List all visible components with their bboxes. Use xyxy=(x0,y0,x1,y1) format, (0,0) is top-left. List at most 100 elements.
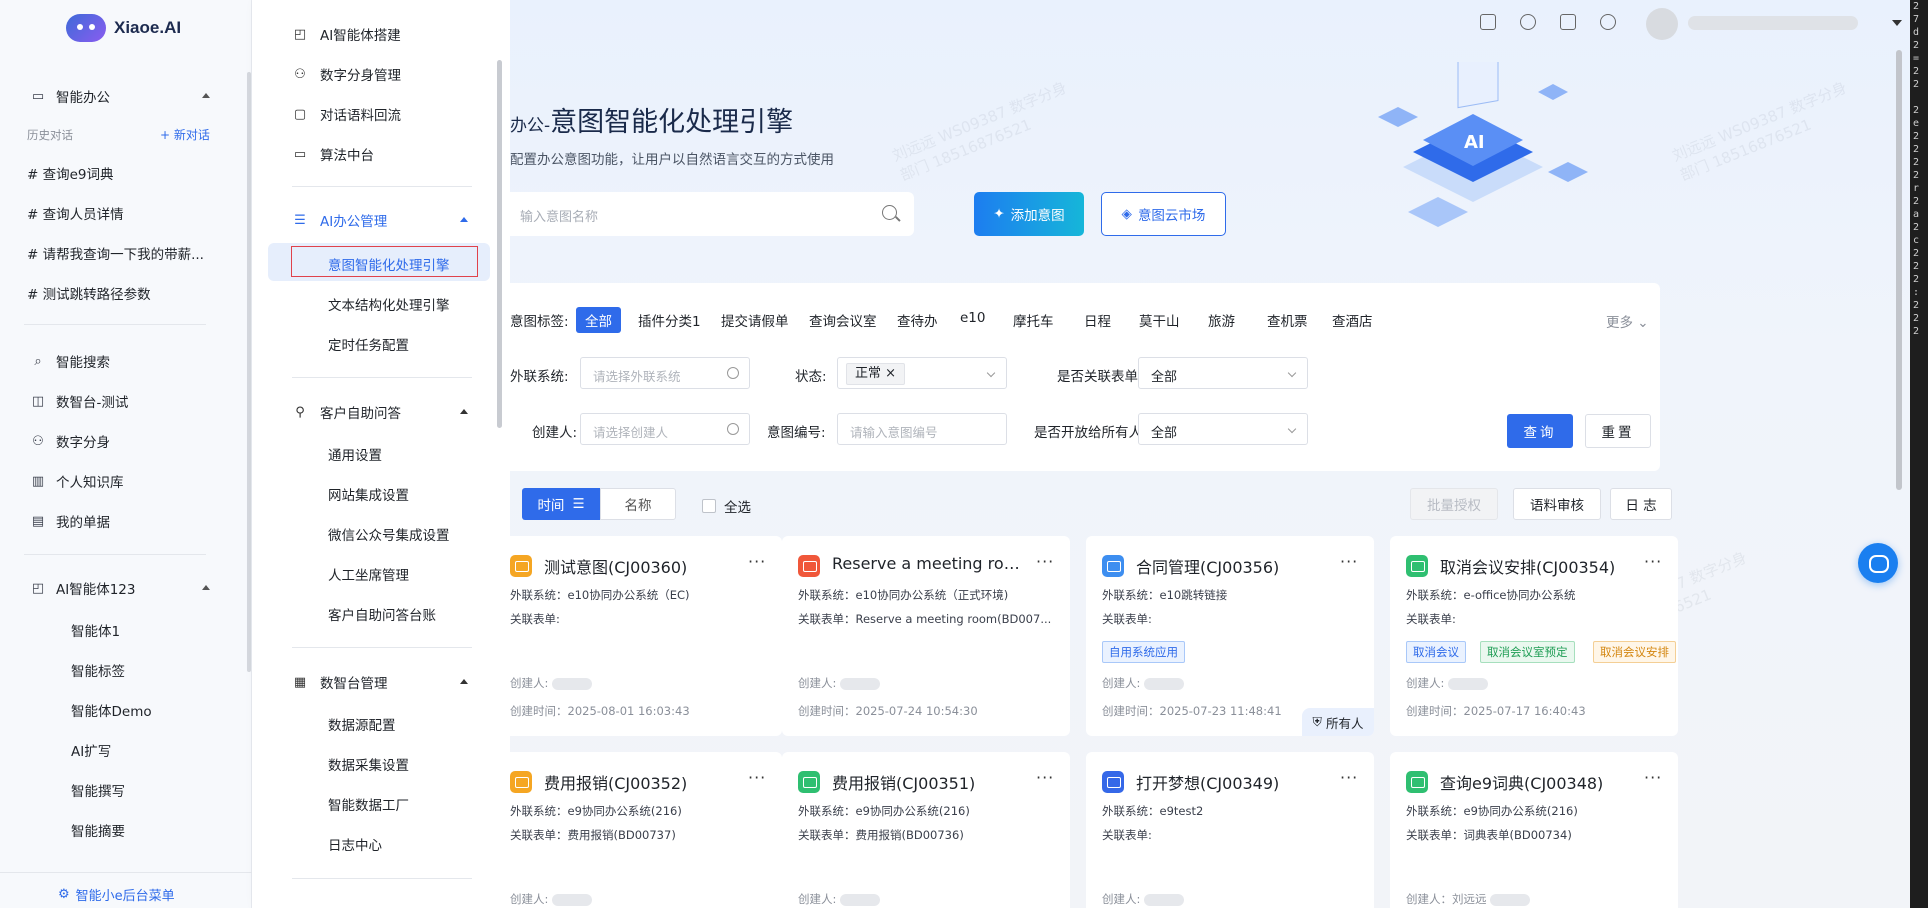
tag-item[interactable]: 查待办 xyxy=(897,310,938,330)
agent-item[interactable]: 智能体Demo xyxy=(71,700,152,720)
agent-item[interactable]: 智能体1 xyxy=(71,620,120,640)
corpus-review-button[interactable]: 语料审核 xyxy=(1513,488,1601,520)
card-title[interactable]: 取消会议安排(CJ00354) xyxy=(1440,554,1615,578)
reset-button[interactable]: 重置 xyxy=(1585,414,1651,448)
intent-market-button[interactable]: ◈ 意图云市场 xyxy=(1101,192,1226,236)
tag-item[interactable]: 莫干山 xyxy=(1139,310,1180,330)
card-title[interactable]: 合同管理(CJ00356) xyxy=(1136,554,1279,578)
collapse-caret-icon[interactable] xyxy=(460,409,468,414)
menu-item-intent-engine[interactable]: 意图智能化处理引擎 xyxy=(328,254,450,274)
page-scrollbar[interactable] xyxy=(1896,50,1902,490)
org-chart-icon[interactable] xyxy=(1560,14,1576,30)
history-item[interactable]: # 查询e9词典 xyxy=(27,163,114,183)
card-title[interactable]: 查询e9词典(CJ00348) xyxy=(1440,770,1603,794)
apps-grid-icon[interactable] xyxy=(1480,14,1496,30)
menu-item-log-center[interactable]: 日志中心 xyxy=(328,834,382,854)
more-options-icon[interactable]: ··· xyxy=(1036,768,1054,787)
help-icon[interactable] xyxy=(1600,14,1616,30)
sort-by-time-button[interactable]: 时间 ☰ xyxy=(522,488,600,520)
more-options-icon[interactable]: ··· xyxy=(1036,552,1054,571)
agent-item[interactable]: AI扩写 xyxy=(71,740,111,760)
backend-menu-link[interactable]: ⚙ 智能小e后台菜单 xyxy=(58,885,175,904)
sidebar-section-smart-office[interactable]: ▭ 智能办公 xyxy=(30,86,110,107)
menu-item-wechat-integration[interactable]: 微信公众号集成设置 xyxy=(328,524,450,544)
sidebar-item-data-desk[interactable]: ◫ 数智台-测试 xyxy=(30,391,129,412)
menu-item-general-settings[interactable]: 通用设置 xyxy=(328,444,382,464)
card-title[interactable]: Reserve a meeting roo... xyxy=(832,554,1022,573)
tag-item[interactable]: 摩托车 xyxy=(1013,310,1054,330)
tag-item[interactable]: 插件分类1 xyxy=(638,310,701,330)
history-item[interactable]: # 查询人员详情 xyxy=(27,203,124,223)
tag-item[interactable]: 旅游 xyxy=(1208,310,1235,330)
checkbox[interactable] xyxy=(702,499,716,513)
intent-card[interactable]: 打开梦想(CJ00349) ··· 外联系统：e9test2 关联表单: 创建人: xyxy=(1086,752,1374,908)
sidebar-item-knowledge-base[interactable]: ▥ 个人知识库 xyxy=(30,471,124,492)
logo[interactable]: Xiaoe.AI xyxy=(66,14,181,42)
tag-item[interactable]: 日程 xyxy=(1084,310,1111,330)
intent-card[interactable]: 费用报销(CJ00351) ··· 外联系统：e9协同办公系统(216) 关联表单：费… xyxy=(782,752,1070,908)
agent-item[interactable]: 智能撰写 xyxy=(71,780,125,800)
intent-card[interactable]: 费用报销(CJ00352) ··· 外联系统：e9协同办公系统(216) 关联表单：费… xyxy=(510,752,782,908)
select-all-checkbox[interactable]: 全选 xyxy=(702,496,751,516)
more-options-icon[interactable]: ··· xyxy=(1340,768,1358,787)
card-title[interactable]: 费用报销(CJ00352) xyxy=(544,770,687,794)
menu-item-datasource[interactable]: 数据源配置 xyxy=(328,714,396,734)
card-title[interactable]: 测试意图(CJ00360) xyxy=(544,554,687,578)
query-button[interactable]: 查询 xyxy=(1507,414,1573,448)
menu-group-data-desk[interactable]: ▦ 数智台管理 xyxy=(292,672,388,693)
ext-system-select[interactable]: 请选择外联系统 xyxy=(580,357,750,389)
status-select[interactable]: 正常 × xyxy=(837,357,1007,389)
tag-item[interactable]: e10 xyxy=(960,310,985,326)
more-options-icon[interactable]: ··· xyxy=(748,768,766,787)
collapse-caret-icon[interactable] xyxy=(202,93,210,98)
creator-select[interactable]: 请选择创建人 xyxy=(580,413,750,445)
more-options-icon[interactable]: ··· xyxy=(1340,552,1358,571)
intent-card[interactable]: Reserve a meeting roo... ··· 外联系统：e10协同办公系… xyxy=(782,536,1070,736)
tag-item[interactable]: 查询会议室 xyxy=(809,310,877,330)
chevron-down-icon[interactable] xyxy=(1892,20,1902,26)
intent-card[interactable]: 测试意图(CJ00360) ··· 外联系统：e10协同办公系统（EC) 关联表单: 创… xyxy=(510,536,782,736)
menu-item-data-collection[interactable]: 数据采集设置 xyxy=(328,754,409,774)
menu-item-agent-seats[interactable]: 人工坐席管理 xyxy=(328,564,409,584)
card-title[interactable]: 打开梦想(CJ00349) xyxy=(1136,770,1279,794)
menu-item-qa-ledger[interactable]: 客户自助问答台账 xyxy=(328,604,436,624)
intent-card[interactable]: 取消会议安排(CJ00354) ··· 外联系统：e-office协同办公系统 关联表… xyxy=(1390,536,1678,736)
tag-all[interactable]: 全部 xyxy=(576,307,621,333)
menu-group-customer-qa[interactable]: ⚲ 客户自助问答 xyxy=(292,402,401,423)
collapse-caret-icon[interactable] xyxy=(202,585,210,590)
sidebar-item-digital-twin[interactable]: ⚇ 数字分身 xyxy=(30,431,110,452)
customer-service-icon[interactable] xyxy=(1858,543,1898,583)
menu-item-text-engine[interactable]: 文本结构化处理引擎 xyxy=(328,294,450,314)
agent-item[interactable]: 智能标签 xyxy=(71,660,125,680)
tag-item[interactable]: 提交请假单 xyxy=(721,310,789,330)
more-options-icon[interactable]: ··· xyxy=(1644,768,1662,787)
history-item[interactable]: # 请帮我查询一下我的带薪... xyxy=(27,243,204,263)
batch-auth-button[interactable]: 批量授权 xyxy=(1410,488,1498,520)
search-icon[interactable] xyxy=(882,205,897,220)
menu-item-agent-build[interactable]: ◰ AI智能体搭建 xyxy=(292,24,401,45)
sidebar-item-smart-search[interactable]: ⌕ 智能搜索 xyxy=(30,351,110,372)
linked-form-select[interactable]: 全部 xyxy=(1138,357,1308,389)
more-options-icon[interactable]: ··· xyxy=(748,552,766,571)
new-chat-button[interactable]: + 新对话 xyxy=(160,126,210,143)
sort-by-name-button[interactable]: 名称 xyxy=(600,488,676,520)
status-chip[interactable]: 正常 × xyxy=(846,363,906,385)
menu-item-data-factory[interactable]: 智能数据工厂 xyxy=(328,794,409,814)
menu-group-ai-office[interactable]: ☰ AI办公管理 xyxy=(292,210,387,231)
menu-item-corpus-reflow[interactable]: ▢ 对话语料回流 xyxy=(292,104,401,125)
settings-icon[interactable] xyxy=(1520,14,1536,30)
tag-item[interactable]: 查酒店 xyxy=(1332,310,1373,330)
collapse-caret-icon[interactable] xyxy=(460,217,468,222)
avatar[interactable] xyxy=(1646,8,1678,40)
tag-item[interactable]: 查机票 xyxy=(1267,310,1308,330)
more-options-icon[interactable]: ··· xyxy=(1644,552,1662,571)
card-title[interactable]: 费用报销(CJ00351) xyxy=(832,770,975,794)
intent-search-input[interactable]: 输入意图名称 xyxy=(510,192,914,236)
sidebar-section-agents[interactable]: ◰ AI智能体123 xyxy=(30,578,136,599)
menu-scrollbar[interactable] xyxy=(497,60,502,428)
collapse-caret-icon[interactable] xyxy=(460,679,468,684)
history-item[interactable]: # 测试跳转路径参数 xyxy=(27,283,151,303)
menu-item-algorithm[interactable]: ▭ 算法中台 xyxy=(292,144,374,165)
menu-item-scheduled-tasks[interactable]: 定时任务配置 xyxy=(328,334,409,354)
menu-item-digital-twin[interactable]: ⚇ 数字分身管理 xyxy=(292,64,401,85)
